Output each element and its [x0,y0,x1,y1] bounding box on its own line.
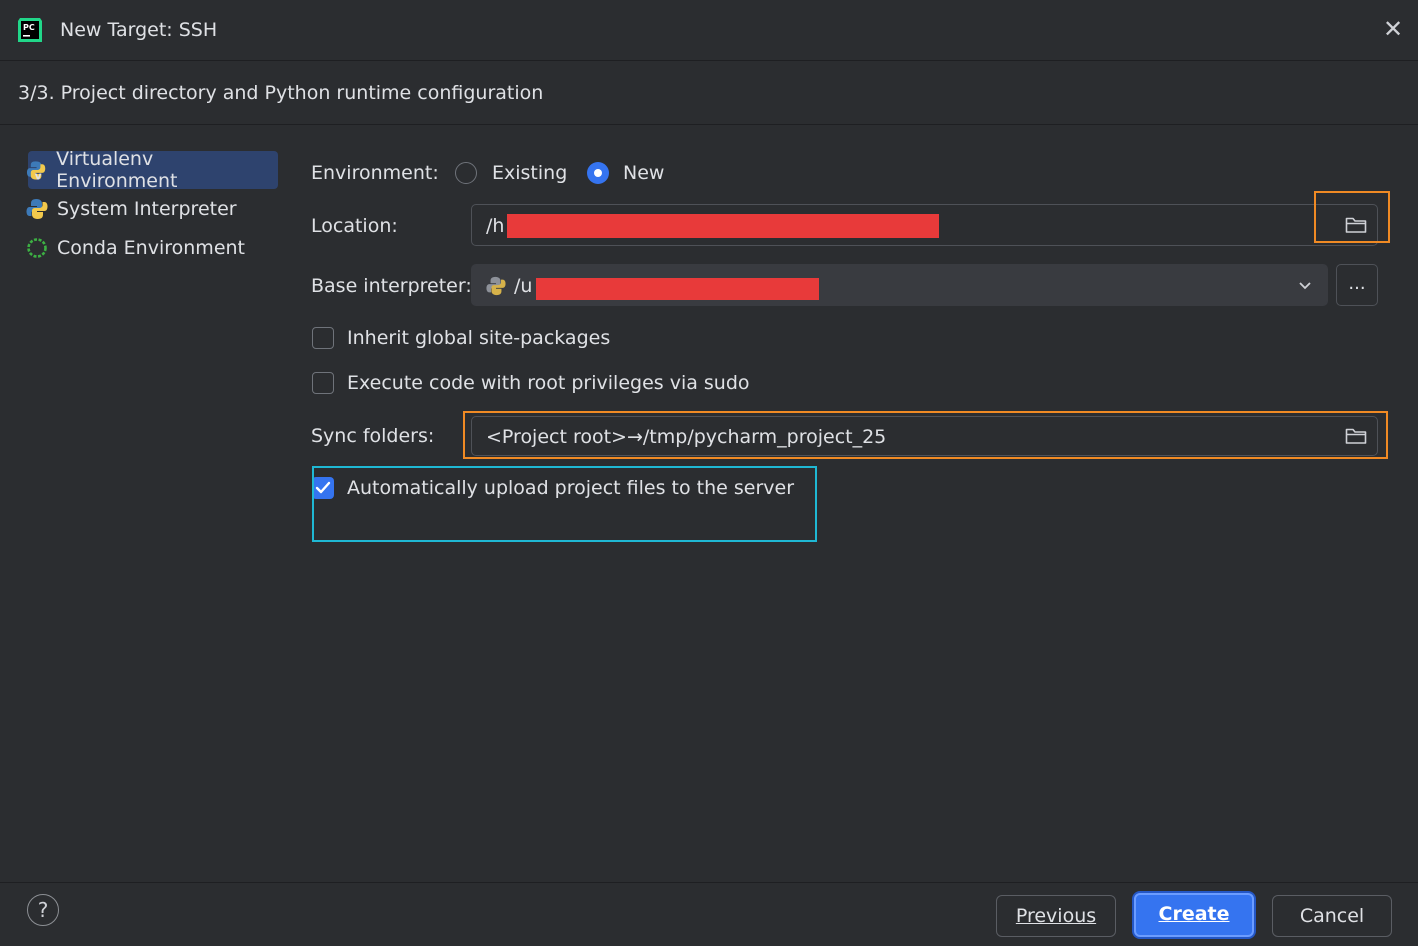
create-button-label: Create [1158,903,1230,925]
inherit-site-packages-checkbox[interactable] [312,327,334,349]
sidebar-item-label: System Interpreter [57,198,237,220]
create-button[interactable]: Create [1134,893,1254,937]
help-icon[interactable]: ? [27,894,59,926]
browse-interpreter-button[interactable]: ... [1336,264,1378,306]
location-label: Location: [311,215,398,237]
radio-existing[interactable] [455,162,477,184]
sidebar-item-label: Conda Environment [57,237,245,259]
sidebar-item-virtualenv[interactable]: v Virtualenv Environment [26,148,278,192]
radio-existing-label[interactable]: Existing [492,162,567,184]
radio-new[interactable] [587,162,609,184]
base-interpreter-select[interactable]: /u [471,264,1328,306]
base-interpreter-value: /u [514,275,533,297]
previous-button[interactable]: Previous [996,895,1116,937]
sidebar-item-system-interpreter[interactable]: System Interpreter [22,190,243,228]
location-value: /h [486,215,505,237]
sudo-checkbox[interactable] [312,372,334,394]
location-browse-highlight [1314,191,1390,243]
sync-folders-highlight [463,411,1388,459]
radio-new-label[interactable]: New [623,162,664,184]
auto-upload-highlight [312,466,817,542]
sidebar-item-conda[interactable]: Conda Environment [22,229,251,267]
chevron-down-icon[interactable] [1298,281,1312,291]
python-icon [486,276,506,296]
pycharm-logo-icon: PC [18,18,42,42]
python-icon [26,199,48,219]
svg-text:PC: PC [23,23,35,32]
sidebar-item-label: Virtualenv Environment [56,148,178,192]
sudo-label[interactable]: Execute code with root privileges via su… [347,372,750,394]
virtualenv-icon: v [26,161,46,181]
previous-button-label: Previous [1015,905,1097,927]
window-title: New Target: SSH [60,19,218,41]
header-divider [0,124,1418,125]
cancel-button[interactable]: Cancel [1272,895,1392,937]
step-heading: 3/3. Project directory and Python runtim… [18,82,544,104]
redaction-bar [536,278,819,300]
base-interpreter-label: Base interpreter: [311,275,472,297]
inherit-site-packages-label[interactable]: Inherit global site-packages [347,327,610,349]
redaction-bar [507,214,939,238]
close-icon[interactable]: ✕ [1380,16,1406,42]
sync-folders-label: Sync folders: [311,425,435,447]
location-input[interactable]: /h [471,204,1378,246]
svg-text:v: v [35,171,42,181]
conda-icon [27,238,47,258]
environment-label: Environment: [311,162,439,184]
footer-divider [0,882,1418,883]
